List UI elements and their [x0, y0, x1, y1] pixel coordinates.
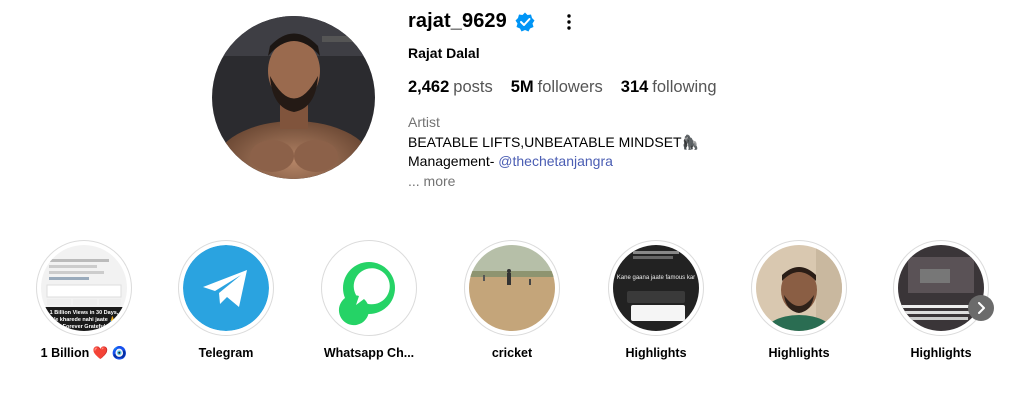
highlight-item[interactable]: Telegram	[156, 240, 296, 360]
profile-bio: Artist BEATABLE LIFTS,UNBEATABLE MINDSET…	[408, 113, 699, 191]
following-count: 314	[620, 78, 649, 96]
stat-followers[interactable]: 5M followers	[511, 78, 603, 97]
verified-badge-icon	[515, 12, 535, 32]
highlight-item[interactable]: Kane gaana jaate famous kar Highlights	[586, 240, 726, 360]
highlight-ring: Kane gaana jaate famous kar	[608, 240, 704, 336]
bio-text: BEATABLE LIFTS,UNBEATABLE MINDSET	[408, 133, 682, 150]
highlight-item[interactable]: 1 Billion Views in 30 Days, Ye kharede n…	[14, 240, 154, 361]
followers-label: followers	[537, 78, 603, 96]
highlight-label: Highlights	[625, 346, 687, 360]
profile-stats: 2,462 posts 5M followers 314 following	[408, 78, 717, 97]
highlight-item[interactable]: Highlights	[729, 240, 869, 360]
gorilla-emoji: 🦍	[681, 133, 700, 150]
highlight-ring	[321, 240, 417, 336]
svg-text:Ye kharede nahi jaate 🙏: Ye kharede nahi jaate 🙏	[52, 316, 116, 323]
svg-text:1 Billion Views in 30 Days,: 1 Billion Views in 30 Days,	[50, 310, 119, 316]
highlight-label: cricket	[491, 346, 533, 360]
following-label: following	[652, 78, 717, 96]
full-name: Rajat Dalal	[408, 45, 480, 61]
posts-count: 2,462	[408, 78, 450, 96]
whatsapp-icon	[326, 245, 412, 331]
highlight-ring	[893, 240, 989, 336]
management-prefix: Management-	[408, 153, 499, 169]
avatar-image	[212, 16, 375, 179]
highlight-label: 1 Billion ❤️ 🧿	[40, 346, 128, 360]
telegram-icon	[183, 245, 269, 331]
bio-more-link[interactable]: ... more	[408, 172, 699, 192]
bio-line: BEATABLE LIFTS,UNBEATABLE MINDSET🦍	[408, 133, 699, 153]
highlight-thumbnail	[898, 245, 984, 331]
story-highlights: 1 Billion Views in 30 Days, Ye kharede n…	[0, 240, 1024, 380]
highlight-label: Highlights	[910, 346, 972, 360]
highlight-label: Highlights	[768, 346, 830, 360]
highlight-label: Whatsapp Ch...	[323, 346, 415, 360]
bio-category: Artist	[408, 114, 440, 130]
highlight-ring	[751, 240, 847, 336]
stat-following[interactable]: 314 following	[621, 78, 717, 97]
followers-count: 5M	[510, 78, 534, 96]
chevron-right-icon[interactable]	[968, 295, 994, 321]
svg-text:Kane gaana jaate famous kar: Kane gaana jaate famous kar	[617, 275, 695, 281]
more-options-icon[interactable]	[561, 12, 577, 32]
highlight-thumbnail	[469, 245, 555, 331]
username: rajat_9629	[408, 10, 507, 32]
profile-avatar[interactable]	[212, 16, 375, 179]
highlight-item[interactable]: Whatsapp Ch...	[299, 240, 439, 360]
highlight-ring	[178, 240, 274, 336]
management-handle-link[interactable]: @thechetanjangra	[498, 153, 613, 169]
highlight-label: Telegram	[198, 346, 254, 360]
highlight-ring: 1 Billion Views in 30 Days, Ye kharede n…	[36, 240, 132, 336]
highlight-thumbnail: Kane gaana jaate famous kar	[613, 245, 699, 331]
highlight-item[interactable]: cricket	[442, 240, 582, 360]
highlight-thumbnail	[756, 245, 842, 331]
stat-posts: 2,462 posts	[408, 78, 493, 97]
highlight-ring	[464, 240, 560, 336]
highlight-thumbnail: 1 Billion Views in 30 Days, Ye kharede n…	[41, 245, 127, 331]
svg-text:Forever Grateful: Forever Grateful	[63, 324, 106, 330]
posts-label: posts	[453, 78, 493, 96]
bio-management: Management- @thechetanjangra	[408, 152, 699, 172]
profile-header-row: rajat_9629	[408, 10, 577, 33]
